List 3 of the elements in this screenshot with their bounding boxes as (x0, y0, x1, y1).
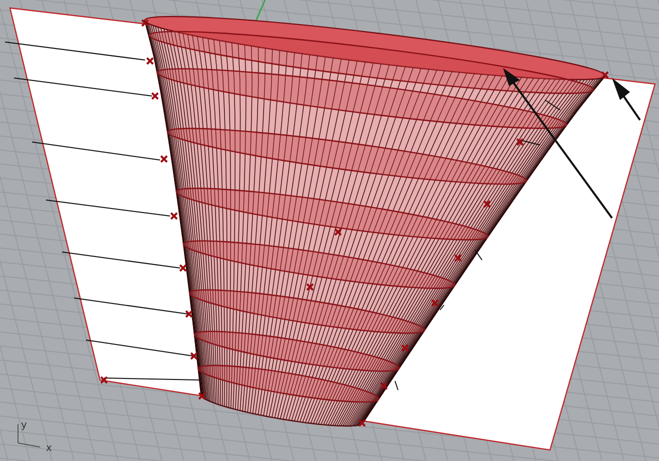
axis-label: x (46, 443, 52, 454)
axis-icon (18, 424, 40, 448)
axis-label: y (21, 420, 27, 431)
